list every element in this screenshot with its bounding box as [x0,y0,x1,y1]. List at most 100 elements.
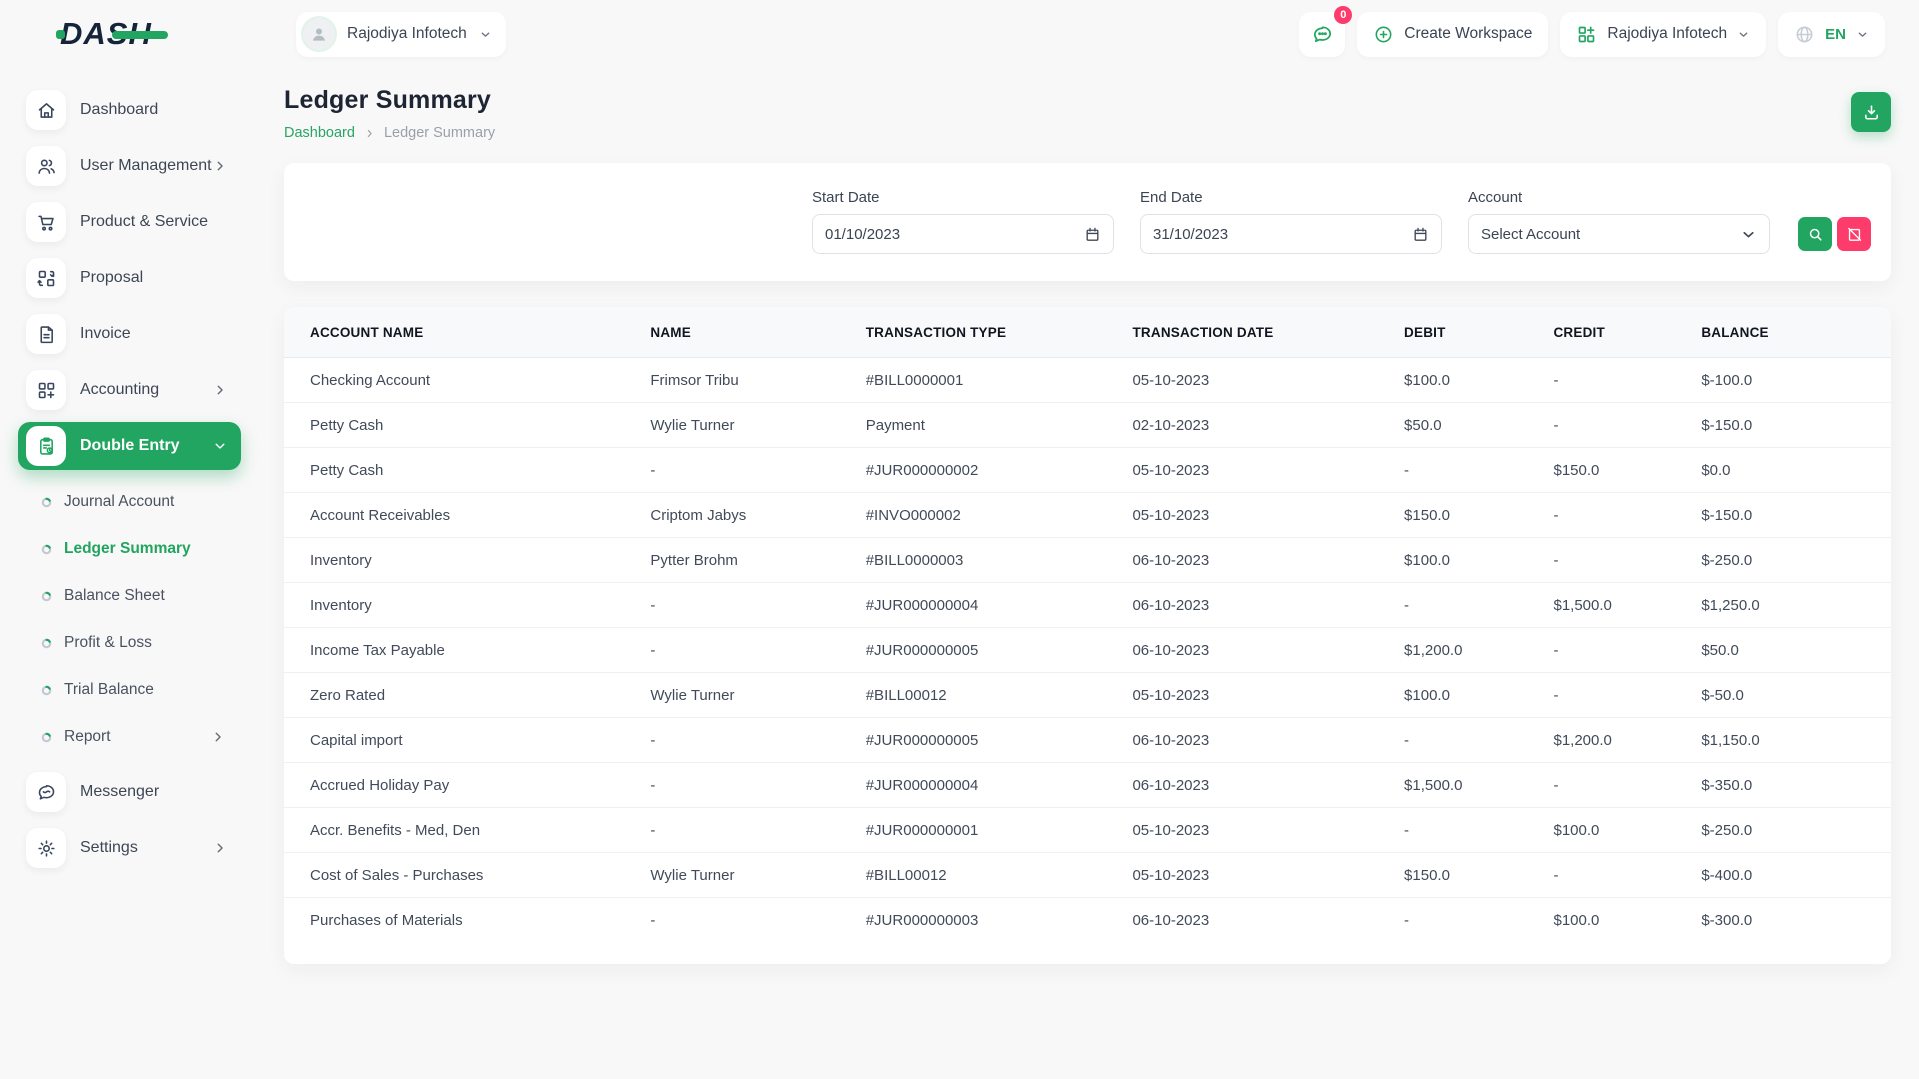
chevron-down-icon [1737,28,1750,41]
column-header-debit: DEBIT [1404,307,1553,358]
sidebar-subitem-label: Ledger Summary [64,540,191,558]
ledger-table: ACCOUNT NAMENAMETRANSACTION TYPETRANSACT… [284,307,1891,942]
table-cell: 05-10-2023 [1132,808,1404,853]
sidebar-item-double-entry[interactable]: Double Entry [18,422,241,470]
start-date-field: Start Date 01/10/2023 [812,189,1114,254]
table-body: Checking AccountFrimsor Tribu#BILL000000… [284,358,1891,943]
create-workspace-button[interactable]: Create Workspace [1357,12,1548,57]
chevron-down-icon [1740,226,1757,243]
reset-filter-button[interactable] [1837,217,1871,251]
messenger-icon [26,772,66,812]
table-cell: Purchases of Materials [284,898,650,943]
users-icon [26,146,66,186]
sidebar-subitem-label: Journal Account [64,493,174,511]
table-row: Petty CashWylie TurnerPayment02-10-2023$… [284,403,1891,448]
end-date-field: End Date 31/10/2023 [1140,189,1442,254]
table-cell: Frimsor Tribu [650,358,865,403]
table-row: Account ReceivablesCriptom Jabys#INVO000… [284,493,1891,538]
table-cell: #JUR000000002 [866,448,1133,493]
sidebar-subitem-trial-balance[interactable]: Trial Balance [18,670,241,710]
table-cell: 05-10-2023 [1132,493,1404,538]
organization-switcher[interactable]: Rajodiya Infotech [1560,12,1766,57]
table-cell: Pytter Brohm [650,538,865,583]
sidebar-item-label: Double Entry [80,437,180,455]
messages-button[interactable]: 0 [1299,12,1345,57]
table-cell: $1,150.0 [1701,718,1891,763]
sidebar-item-invoice[interactable]: Invoice [18,310,241,358]
table-cell: $50.0 [1701,628,1891,673]
table-cell: Criptom Jabys [650,493,865,538]
sidebar-item-settings[interactable]: Settings [18,824,241,872]
ledger-table-card: ACCOUNT NAMENAMETRANSACTION TYPETRANSACT… [284,307,1891,964]
download-button[interactable] [1851,92,1891,132]
sidebar-item-dashboard[interactable]: Dashboard [18,86,241,134]
table-cell: 06-10-2023 [1132,583,1404,628]
end-date-value: 31/10/2023 [1153,226,1228,243]
table-cell: 05-10-2023 [1132,448,1404,493]
chevron-right-icon [213,841,227,855]
table-cell: $-300.0 [1701,898,1891,943]
chevron-right-icon [211,730,225,744]
table-cell: Petty Cash [284,403,650,448]
header-actions: 0 Create Workspace Rajodiya Infotech [1299,12,1885,57]
account-selected-value: Select Account [1481,226,1580,243]
table-cell: - [1553,628,1701,673]
column-header-credit: CREDIT [1553,307,1701,358]
chat-icon [1311,23,1334,46]
table-cell: #JUR000000005 [866,718,1133,763]
table-cell: $1,200.0 [1404,628,1553,673]
sidebar-subitem-journal-account[interactable]: Journal Account [18,482,241,522]
table-cell: #INVO000002 [866,493,1133,538]
accounting-icon [26,370,66,410]
table-cell: #BILL0000001 [866,358,1133,403]
table-cell: 05-10-2023 [1132,673,1404,718]
table-cell: - [650,898,865,943]
breadcrumb-chevron-icon [364,128,375,139]
table-cell: $100.0 [1404,538,1553,583]
end-date-label: End Date [1140,189,1442,206]
sidebar-item-accounting[interactable]: Accounting [18,366,241,414]
filter-buttons [1798,217,1871,254]
table-cell: $150.0 [1404,853,1553,898]
table-row: Petty Cash-#JUR00000000205-10-2023-$150.… [284,448,1891,493]
sidebar-subitem-report[interactable]: Report [18,717,241,757]
table-cell: $1,500.0 [1404,763,1553,808]
sidebar-main-nav: Dashboard User Management Product & Servic… [18,86,241,470]
dash-logo: DASH [60,16,152,52]
sidebar-item-user-management[interactable]: User Management [18,142,241,190]
table-cell: - [1553,403,1701,448]
search-button[interactable] [1798,217,1832,251]
sidebar-subitem-ledger-summary[interactable]: Ledger Summary [18,529,241,569]
sidebar-subitem-profit-loss[interactable]: Profit & Loss [18,623,241,663]
account-select[interactable]: Select Account [1468,214,1770,254]
organization-name: Rajodiya Infotech [1607,25,1727,43]
sidebar-item-product-service[interactable]: Product & Service [18,198,241,246]
table-cell: - [1553,493,1701,538]
sidebar-subitem-label: Report [64,728,111,746]
sidebar-item-label: Invoice [80,325,131,343]
workspace-selector[interactable]: Rajodiya Infotech [296,12,506,57]
end-date-input[interactable]: 31/10/2023 [1140,214,1442,254]
table-row: Capital import-#JUR00000000506-10-2023-$… [284,718,1891,763]
sidebar-subitem-label: Balance Sheet [64,587,165,605]
account-field: Account Select Account [1468,189,1770,254]
table-cell: #JUR000000005 [866,628,1133,673]
breadcrumb-link-dashboard[interactable]: Dashboard [284,125,355,141]
start-date-label: Start Date [812,189,1114,206]
sidebar-subitem-balance-sheet[interactable]: Balance Sheet [18,576,241,616]
table-cell: Account Receivables [284,493,650,538]
table-cell: 06-10-2023 [1132,628,1404,673]
sidebar-item-label: Accounting [80,381,159,399]
proposal-icon [26,258,66,298]
table-cell: 06-10-2023 [1132,898,1404,943]
sidebar-item-proposal[interactable]: Proposal [18,254,241,302]
chevron-down-icon [213,439,227,453]
logo-area: DASH [0,16,250,52]
sidebar-item-messenger[interactable]: Messenger [18,768,241,816]
language-selector[interactable]: EN [1778,12,1885,57]
start-date-input[interactable]: 01/10/2023 [812,214,1114,254]
table-cell: - [1553,538,1701,583]
chevron-down-icon [1856,28,1869,41]
table-cell: - [1404,718,1553,763]
table-cell: Income Tax Payable [284,628,650,673]
